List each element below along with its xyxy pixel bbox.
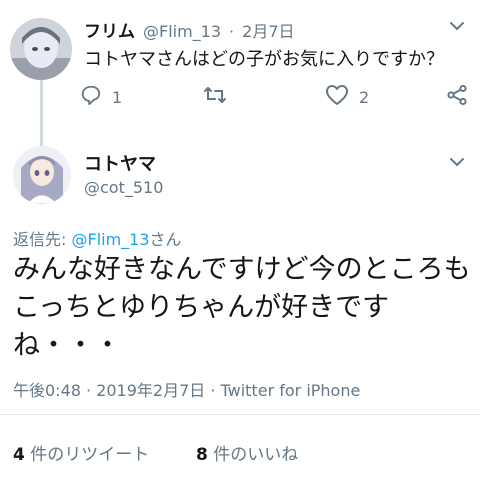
- heart-icon: [325, 84, 349, 110]
- avatar[interactable]: [13, 146, 71, 204]
- share-icon: [446, 84, 468, 110]
- reply-target-link[interactable]: @Flim_13: [71, 230, 149, 249]
- reply-prefix: 返信先:: [13, 230, 72, 249]
- tweet-text: コトヤマさんはどの子がお気に入りですか？: [84, 49, 444, 70]
- share-button[interactable]: [446, 84, 468, 110]
- avatar[interactable]: [10, 18, 72, 80]
- tweet-text: みんな好きなんですけど今のところもこっちとゆりちゃんが好きですね・・・: [13, 254, 471, 361]
- display-name[interactable]: フリム: [84, 17, 135, 42]
- reply-icon: [80, 84, 102, 110]
- divider: [0, 414, 480, 415]
- reply-context: 返信先: @Flim_13さん: [13, 226, 182, 250]
- retweets-label: 件のリツイート: [30, 445, 150, 465]
- user-handle[interactable]: @cot_510: [84, 178, 163, 197]
- thread-line: [40, 80, 43, 146]
- reply-count: 1: [112, 87, 123, 107]
- likes-count: 8: [196, 445, 208, 465]
- retweet-button[interactable]: [203, 84, 237, 110]
- retweet-icon: [203, 84, 227, 110]
- chevron-down-icon[interactable]: [448, 154, 466, 173]
- user-handle[interactable]: @Flim_13: [143, 22, 221, 41]
- reply-button[interactable]: 1: [80, 84, 122, 110]
- likes-stat[interactable]: 8 件のいいね: [196, 440, 298, 465]
- like-button[interactable]: 2: [325, 84, 369, 110]
- retweets-count: 4: [13, 445, 25, 465]
- like-count: 2: [359, 87, 370, 107]
- chevron-down-icon[interactable]: [448, 18, 466, 37]
- display-name[interactable]: コトヤマ: [84, 150, 156, 176]
- reply-suffix: さん: [149, 230, 182, 249]
- meta-separator: ·: [229, 22, 235, 41]
- likes-label: 件のいいね: [213, 445, 299, 465]
- retweets-stat[interactable]: 4 件のリツイート: [13, 440, 149, 465]
- tweet-timestamp[interactable]: 午後0:48 · 2019年2月7日 · Twitter for iPhone: [13, 377, 360, 401]
- tweet-date[interactable]: 2月7日: [242, 18, 294, 42]
